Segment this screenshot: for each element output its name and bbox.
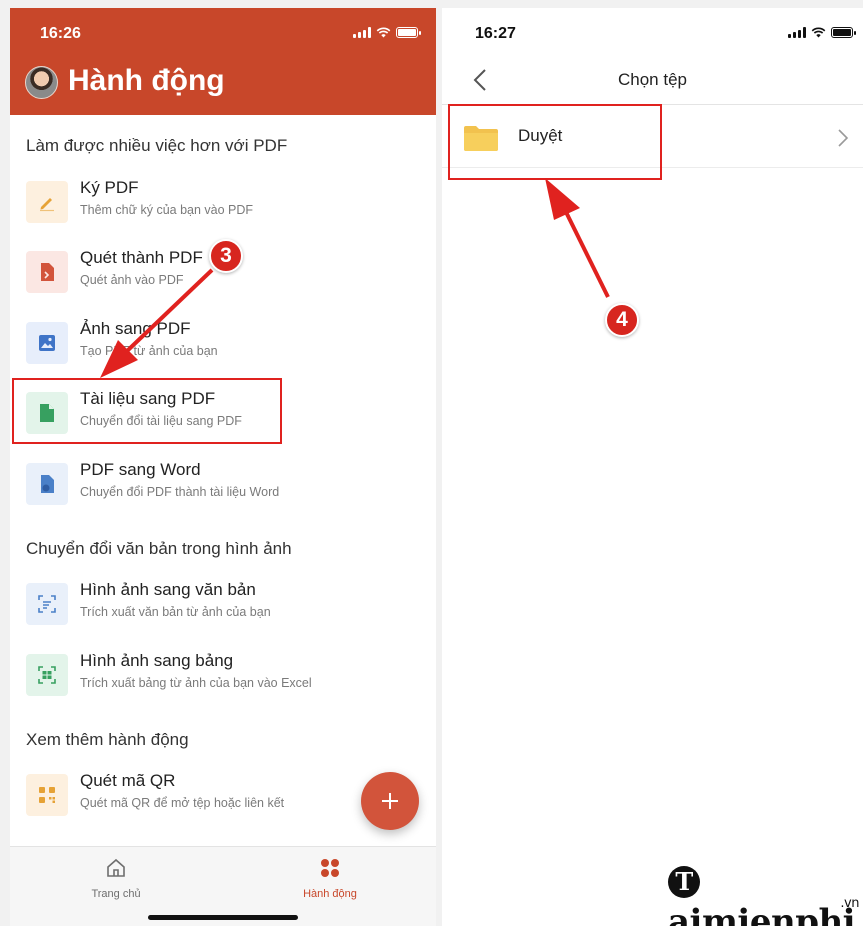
grid-icon bbox=[321, 859, 339, 877]
home-icon bbox=[107, 858, 125, 877]
status-icons bbox=[788, 27, 856, 38]
item-subtitle: Thêm chữ ký của bạn vào PDF bbox=[80, 203, 254, 217]
item-subtitle: Tạo PDF từ ảnh của bạn bbox=[80, 344, 218, 358]
highlight-box-step3 bbox=[12, 378, 282, 444]
section-title-pdf: Làm được nhiều việc hơn với PDF bbox=[26, 136, 288, 155]
avatar[interactable] bbox=[25, 66, 58, 99]
text-scan-icon bbox=[26, 583, 68, 625]
wifi-icon bbox=[811, 27, 826, 38]
status-time: 16:27 bbox=[475, 25, 516, 42]
battery-icon bbox=[396, 27, 421, 38]
actions-screen: 16:26 Hành động Làm được nhiều việc hơn … bbox=[10, 8, 436, 926]
add-fab-button[interactable] bbox=[361, 772, 419, 830]
plus-icon bbox=[382, 793, 398, 809]
item-title: Ảnh sang PDF bbox=[80, 319, 191, 338]
item-title: Quét thành PDF bbox=[80, 248, 203, 267]
qr-code-icon bbox=[26, 774, 68, 816]
word-doc-icon bbox=[26, 463, 68, 505]
tab-actions[interactable]: Hành động bbox=[275, 857, 385, 900]
table-scan-icon bbox=[26, 654, 68, 696]
tab-label: Hành động bbox=[303, 888, 357, 900]
page-title: Hành động bbox=[68, 64, 225, 97]
item-subtitle: Trích xuất bảng từ ảnh của bạn vào Excel bbox=[80, 676, 312, 690]
item-subtitle: Trích xuất văn bản từ ảnh của bạn bbox=[80, 605, 271, 619]
item-subtitle: Chuyển đổi PDF thành tài liệu Word bbox=[80, 485, 280, 499]
action-item-pdf-to-word[interactable]: PDF sang Word Chuyển đổi PDF thành tài l… bbox=[10, 454, 436, 514]
watermark-brand: aimienphi bbox=[668, 902, 856, 926]
stage: 16:26 Hành động Làm được nhiều việc hơn … bbox=[0, 0, 863, 926]
item-title: Hình ảnh sang bảng bbox=[80, 651, 234, 670]
step-badge-3: 3 bbox=[209, 239, 243, 273]
signal-icon bbox=[788, 27, 806, 38]
item-title: PDF sang Word bbox=[80, 460, 201, 479]
bottom-tab-bar: Trang chủ Hành động bbox=[10, 846, 436, 926]
action-item-image-to-table[interactable]: Hình ảnh sang bảng Trích xuất bảng từ ản… bbox=[10, 645, 436, 705]
item-subtitle: Quét mã QR để mở tệp hoặc liên kết bbox=[80, 796, 285, 810]
app-header: 16:26 Hành động bbox=[10, 8, 436, 115]
watermark-logo: Taimienphi .vn bbox=[668, 862, 863, 926]
home-indicator bbox=[148, 915, 298, 920]
chevron-right-icon bbox=[838, 129, 849, 147]
item-title: Quét mã QR bbox=[80, 771, 176, 790]
item-subtitle: Quét ảnh vào PDF bbox=[80, 273, 184, 287]
image-icon bbox=[26, 322, 68, 364]
file-picker-screen: 16:27 Chọn tệp Duyệt bbox=[442, 8, 863, 926]
battery-icon bbox=[831, 27, 856, 38]
brand-logo-icon: T bbox=[668, 866, 700, 898]
tab-home[interactable]: Trang chủ bbox=[61, 857, 171, 900]
signal-icon bbox=[353, 27, 371, 38]
status-icons bbox=[353, 27, 421, 38]
section-title-image-text: Chuyển đổi văn bản trong hình ảnh bbox=[26, 539, 292, 558]
item-title: Hình ảnh sang văn bản bbox=[80, 580, 256, 599]
pen-icon bbox=[26, 181, 68, 223]
highlight-box-step4 bbox=[448, 104, 662, 180]
action-item-sign-pdf[interactable]: Ký PDF Thêm chữ ký của bạn vào PDF bbox=[10, 172, 436, 232]
page-title: Chọn tệp bbox=[618, 70, 687, 89]
wifi-icon bbox=[376, 27, 391, 38]
watermark-suffix: .vn bbox=[840, 896, 859, 911]
step-badge-4: 4 bbox=[605, 303, 639, 337]
action-item-image-to-text[interactable]: Hình ảnh sang văn bản Trích xuất văn bản… bbox=[10, 574, 436, 634]
scan-doc-icon bbox=[26, 251, 68, 293]
item-title: Ký PDF bbox=[80, 178, 139, 197]
section-title-more: Xem thêm hành động bbox=[26, 730, 189, 749]
status-time: 16:26 bbox=[40, 25, 81, 42]
tab-label: Trang chủ bbox=[91, 888, 141, 900]
action-item-image-to-pdf[interactable]: Ảnh sang PDF Tạo PDF từ ảnh của bạn bbox=[10, 313, 436, 373]
